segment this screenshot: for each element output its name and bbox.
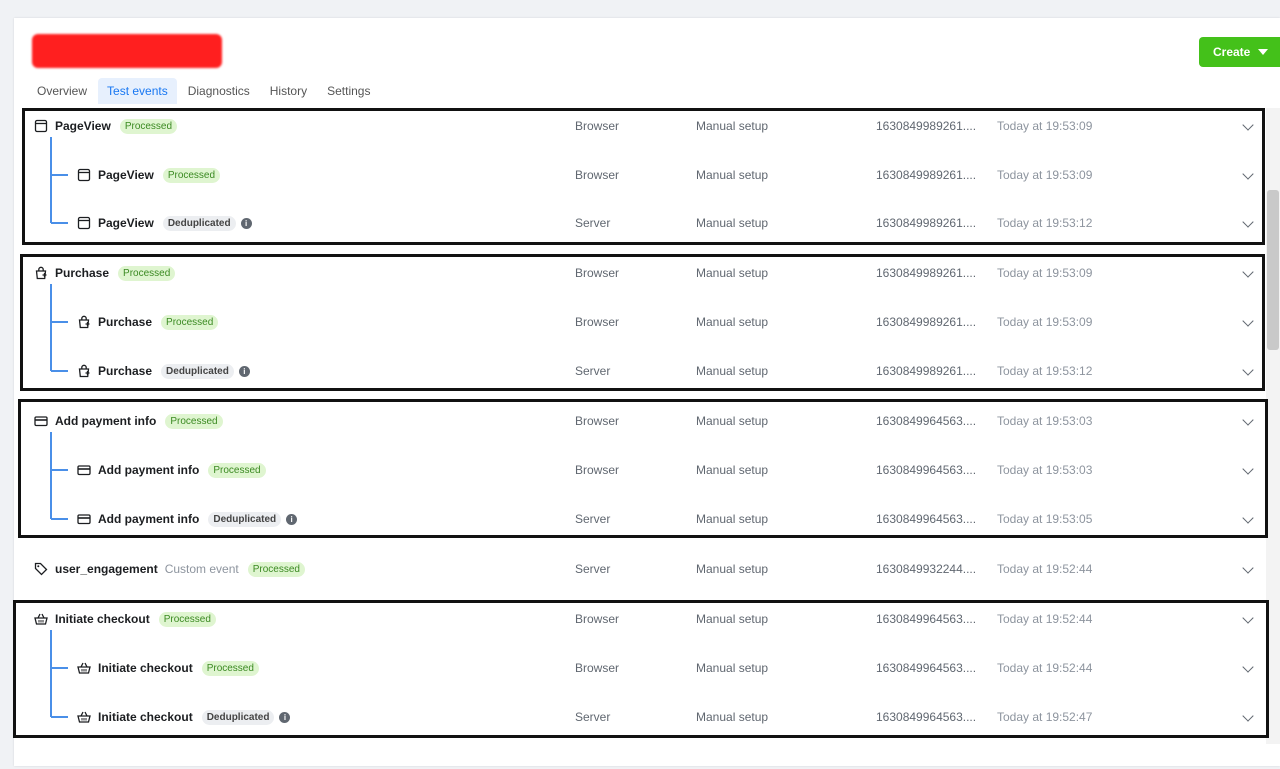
tab-overview[interactable]: Overview	[28, 78, 96, 104]
highlight-box-add-payment-info	[18, 399, 1268, 538]
highlight-box-purchase	[20, 254, 1265, 391]
tab-test-events[interactable]: Test events	[98, 78, 177, 104]
setup-method: Manual setup	[696, 562, 769, 576]
tab-bar: Overview Test events Diagnostics History…	[28, 78, 381, 104]
tab-history[interactable]: History	[261, 78, 316, 104]
event-source: Server	[575, 562, 611, 576]
event-time: Today at 19:52:44	[997, 562, 1093, 576]
event-row[interactable]: user_engagement Custom event Processed Serv…	[22, 551, 1262, 587]
event-name: user_engagement	[55, 562, 158, 576]
chevron-down-icon[interactable]	[1242, 562, 1254, 574]
tab-diagnostics[interactable]: Diagnostics	[179, 78, 259, 104]
scrollbar-thumb[interactable]	[1267, 190, 1279, 350]
highlight-box-initiate-checkout	[13, 600, 1269, 738]
highlight-box-pageview	[22, 108, 1265, 245]
redacted-title	[32, 34, 222, 68]
custom-event-label: Custom event	[164, 562, 239, 576]
create-button[interactable]: Create	[1199, 37, 1280, 67]
tab-settings[interactable]: Settings	[318, 78, 379, 104]
caret-down-icon	[1258, 49, 1269, 55]
event-name-cell: user_engagement Custom event Processed	[33, 551, 305, 587]
event-id: 1630849932244....	[876, 562, 977, 576]
status-badge: Processed	[247, 561, 305, 577]
tag-icon	[33, 562, 48, 577]
